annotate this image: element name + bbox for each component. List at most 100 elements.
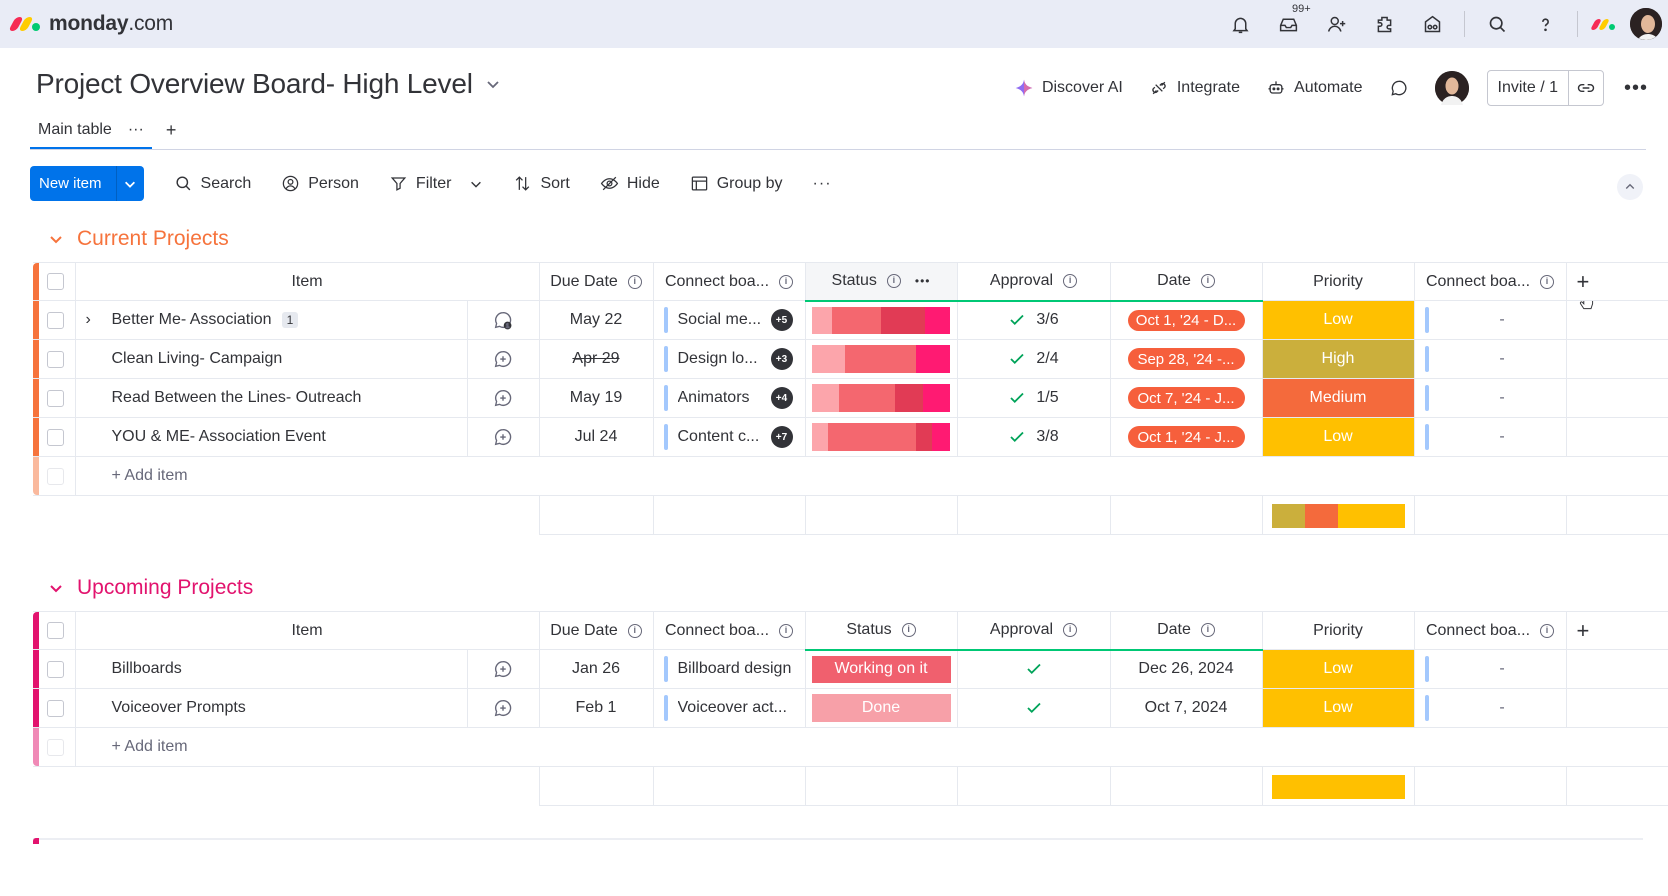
integrate-button[interactable]: Integrate	[1149, 78, 1240, 98]
copy-link-icon[interactable]	[1569, 71, 1603, 105]
tab-main-table[interactable]: Main table ···	[30, 117, 152, 149]
add-item-row[interactable]: + Add item	[33, 727, 1668, 767]
tab-more-icon[interactable]: ···	[128, 121, 144, 139]
new-item-button[interactable]: New item	[30, 166, 144, 201]
column-header-connect-boards[interactable]: Connect boa... i	[653, 611, 806, 650]
product-switcher-icon[interactable]	[1586, 0, 1622, 48]
person-filter-button[interactable]: Person	[281, 174, 359, 193]
status-cell[interactable]: Working on it	[805, 649, 958, 689]
column-header-date[interactable]: Date i	[1110, 611, 1263, 651]
priority-cell[interactable]: Low	[1262, 300, 1415, 340]
toolbar-more-icon[interactable]: ···	[813, 175, 832, 193]
row-checkbox[interactable]	[47, 699, 64, 717]
add-column-button[interactable]: +	[1566, 611, 1668, 650]
status-cell[interactable]: Done	[805, 688, 958, 728]
item-name[interactable]: Read Between the Lines- Outreach	[112, 389, 362, 407]
automate-button[interactable]: Automate	[1266, 78, 1363, 98]
add-update-icon[interactable]	[468, 379, 539, 417]
status-cell[interactable]	[805, 378, 958, 418]
chevron-down-icon[interactable]	[48, 231, 64, 247]
info-icon[interactable]: i	[1063, 274, 1078, 289]
row-checkbox[interactable]	[47, 311, 64, 329]
priority-cell[interactable]: Low	[1262, 649, 1415, 689]
item-name[interactable]: Voiceover Prompts	[112, 699, 246, 717]
search-icon[interactable]	[1473, 0, 1521, 48]
info-icon[interactable]: i	[1063, 623, 1078, 638]
updates-icon[interactable]: 1	[468, 301, 539, 339]
info-icon[interactable]: i	[886, 274, 901, 289]
select-all-cell[interactable]	[33, 262, 76, 301]
table-row[interactable]: Clean Living- Campaign Apr 29 Design lo.…	[33, 339, 1668, 379]
item-name[interactable]: Clean Living- Campaign	[112, 350, 283, 368]
approval-cell[interactable]: 3/8	[957, 417, 1111, 457]
priority-cell[interactable]: Low	[1262, 688, 1415, 728]
date-cell[interactable]: Oct 7, '24 - J...	[1110, 378, 1263, 418]
add-item-row[interactable]: + Add item	[33, 456, 1668, 496]
status-cell[interactable]	[805, 300, 958, 340]
select-all-checkbox[interactable]	[47, 273, 64, 290]
chevron-down-icon[interactable]	[48, 580, 64, 596]
hide-button[interactable]: Hide	[600, 174, 660, 193]
add-update-icon[interactable]	[468, 650, 539, 688]
approval-cell[interactable]: 2/4	[957, 339, 1111, 379]
priority-cell[interactable]: High	[1262, 339, 1415, 379]
add-column-button[interactable]: +	[1566, 262, 1668, 301]
invite-members-icon[interactable]	[1312, 0, 1360, 48]
info-icon[interactable]: i	[1200, 623, 1215, 638]
table-row[interactable]: Voiceover Prompts Feb 1 Voiceover act...…	[33, 688, 1668, 728]
info-icon[interactable]: i	[627, 274, 642, 289]
monday-logo[interactable]: monday.com	[8, 12, 173, 36]
approval-cell[interactable]: 1/5	[957, 378, 1111, 418]
info-icon[interactable]: i	[779, 274, 794, 289]
info-icon[interactable]: i	[1540, 274, 1555, 289]
help-icon[interactable]	[1521, 0, 1569, 48]
sort-button[interactable]: Sort	[513, 174, 570, 193]
connect-boards-2-cell[interactable]: -	[1414, 649, 1567, 689]
chevron-down-icon[interactable]	[469, 177, 483, 191]
user-avatar[interactable]	[1628, 6, 1664, 42]
date-cell[interactable]: Dec 26, 2024	[1110, 649, 1263, 689]
connect-boards-cell[interactable]: Social me... +5	[653, 300, 806, 340]
column-header-item[interactable]: Item	[75, 262, 540, 301]
due-date-cell[interactable]: Jan 26	[539, 649, 654, 689]
board-title[interactable]: Project Overview Board- High Level	[36, 68, 501, 100]
due-date-cell[interactable]: May 22	[539, 300, 654, 340]
connect-boards-2-cell[interactable]: -	[1414, 688, 1567, 728]
connect-boards-cell[interactable]: Design lo... +3	[653, 339, 806, 379]
table-row[interactable]: › Better Me- Association 1 1 May 22 Social…	[33, 300, 1668, 340]
group-header-current[interactable]: Current Projects	[48, 227, 229, 251]
group-by-button[interactable]: Group by	[690, 174, 783, 193]
apps-icon[interactable]	[1360, 0, 1408, 48]
filter-button[interactable]: Filter	[389, 174, 484, 193]
info-icon[interactable]: i	[1200, 274, 1215, 289]
inbox-icon[interactable]: 99+	[1264, 0, 1313, 48]
add-update-icon[interactable]	[468, 340, 539, 378]
add-update-icon[interactable]	[468, 689, 539, 727]
priority-cell[interactable]: Low	[1262, 417, 1415, 457]
date-cell[interactable]: Oct 1, '24 - J...	[1110, 417, 1263, 457]
new-item-dropdown-icon[interactable]	[115, 166, 144, 201]
connect-boards-cell[interactable]: Billboard design	[653, 649, 806, 689]
column-header-item[interactable]: Item	[75, 611, 540, 650]
approval-cell[interactable]	[957, 688, 1111, 728]
bell-icon[interactable]	[1216, 0, 1264, 48]
info-icon[interactable]: i	[779, 623, 794, 638]
due-date-cell[interactable]: Jul 24	[539, 417, 654, 457]
invite-button[interactable]: Invite / 1	[1488, 71, 1569, 105]
column-header-status[interactable]: Status i	[805, 611, 958, 651]
row-checkbox[interactable]	[47, 350, 64, 368]
add-view-button[interactable]: +	[166, 120, 177, 141]
subitem-count-badge[interactable]: 1	[281, 312, 299, 328]
group-title-upcoming[interactable]: Upcoming Projects	[77, 576, 253, 600]
column-header-due-date[interactable]: Due Date i	[539, 611, 654, 650]
date-cell[interactable]: Oct 7, 2024	[1110, 688, 1263, 728]
due-date-cell[interactable]: Apr 29	[539, 339, 654, 379]
select-all-cell[interactable]	[33, 611, 76, 650]
table-row[interactable]: Billboards Jan 26 Billboard design Worki…	[33, 649, 1668, 689]
discover-ai-button[interactable]: Discover AI	[1014, 78, 1123, 98]
column-header-connect-boards-2[interactable]: Connect boa... i	[1414, 611, 1567, 650]
table-row[interactable]: Read Between the Lines- Outreach May 19 …	[33, 378, 1668, 418]
column-more-icon[interactable]: •••	[915, 274, 931, 288]
column-header-approval[interactable]: Approval i	[957, 262, 1111, 302]
column-header-priority[interactable]: Priority	[1262, 611, 1415, 650]
